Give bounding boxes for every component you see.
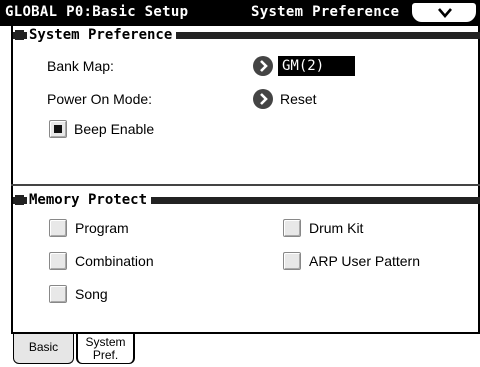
- tab-basic[interactable]: Basic: [13, 334, 74, 364]
- title-bar: GLOBAL P0:Basic Setup System Preference: [0, 0, 480, 26]
- tab-system-pref-line2: Pref.: [92, 348, 119, 362]
- program-protect-label: Program: [75, 220, 129, 236]
- header-marker: [15, 195, 24, 205]
- tab-system-pref[interactable]: System Pref.: [76, 334, 135, 364]
- tab-basic-label: Basic: [28, 340, 59, 354]
- drum-kit-protect-label: Drum Kit: [309, 220, 364, 236]
- section-divider: [11, 184, 480, 186]
- drum-kit-protect-checkbox[interactable]: [283, 219, 301, 237]
- combination-protect-label: Combination: [75, 253, 154, 269]
- system-preference-title: System Preference: [27, 27, 177, 43]
- power-on-mode-label: Power On Mode:: [47, 91, 153, 107]
- combination-protect-checkbox[interactable]: [49, 252, 67, 270]
- bank-map-arrow-button[interactable]: [253, 56, 273, 76]
- program-protect-checkbox[interactable]: [49, 219, 67, 237]
- song-protect-checkbox[interactable]: [49, 285, 67, 303]
- arp-user-pattern-protect-label: ARP User Pattern: [309, 253, 421, 269]
- page-subtitle: System Preference: [251, 4, 400, 20]
- arp-user-pattern-protect-checkbox[interactable]: [283, 252, 301, 270]
- power-on-mode-value[interactable]: Reset: [280, 91, 317, 107]
- beep-enable-checkbox[interactable]: [49, 120, 67, 138]
- circle-arrow-right-icon: [260, 60, 268, 72]
- song-protect-label: Song: [75, 286, 108, 302]
- page-menu-button[interactable]: [412, 3, 476, 22]
- beep-enable-label: Beep Enable: [74, 121, 155, 137]
- header-marker: [15, 30, 24, 40]
- chevron-down-icon: [438, 8, 452, 18]
- memory-protect-header: Memory Protect: [13, 192, 480, 208]
- circle-arrow-right-icon: [260, 93, 268, 105]
- page-title: GLOBAL P0:Basic Setup: [5, 4, 189, 20]
- system-preference-header: System Preference: [13, 27, 480, 43]
- global-basic-setup-screen: GLOBAL P0:Basic Setup System Preference …: [0, 0, 480, 367]
- power-on-mode-arrow-button[interactable]: [253, 89, 273, 109]
- bank-map-label: Bank Map:: [47, 58, 114, 74]
- checkbox-check-mark: [54, 125, 62, 133]
- bank-map-value-field[interactable]: GM(2): [278, 56, 355, 76]
- memory-protect-title: Memory Protect: [27, 192, 152, 208]
